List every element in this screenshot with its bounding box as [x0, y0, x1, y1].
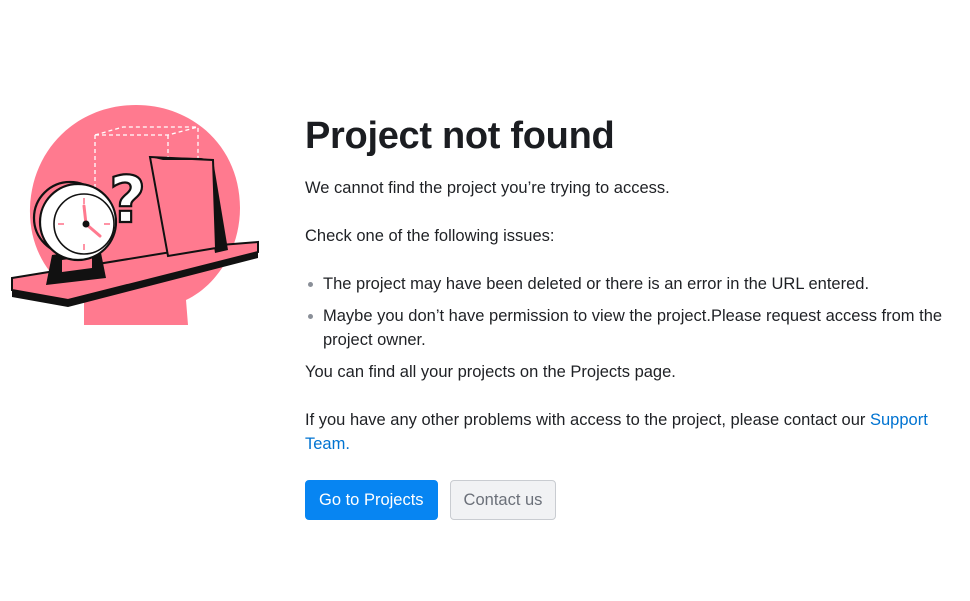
list-item: Maybe you don’t have permission to view … — [305, 304, 967, 352]
issues-list: The project may have been deleted or the… — [305, 272, 967, 352]
page-title: Project not found — [305, 115, 615, 157]
support-prefix: If you have any other problems with acce… — [305, 411, 870, 429]
error-content: Project not found We cannot find the pro… — [305, 112, 967, 520]
bullet-icon — [308, 314, 313, 319]
intro-text: We cannot find the project you’re trying… — [305, 179, 670, 197]
project-not-found-illustration: ? — [8, 100, 264, 330]
support-text: If you have any other problems with acce… — [305, 408, 967, 456]
bullet-icon — [308, 282, 313, 287]
issue-text: Maybe you don’t have permission to view … — [323, 307, 943, 349]
action-buttons: Go to Projects Contact us — [305, 480, 967, 520]
not-found-page: ? Project not found We cannot find the p… — [0, 0, 970, 601]
issue-text: The project may have been deleted or the… — [323, 275, 870, 293]
projects-note: You can find all your projects on the Pr… — [305, 363, 676, 381]
list-item: The project may have been deleted or the… — [305, 272, 967, 296]
go-to-projects-button[interactable]: Go to Projects — [305, 480, 438, 520]
check-heading: Check one of the following issues: — [305, 227, 555, 245]
contact-us-button[interactable]: Contact us — [449, 480, 557, 520]
